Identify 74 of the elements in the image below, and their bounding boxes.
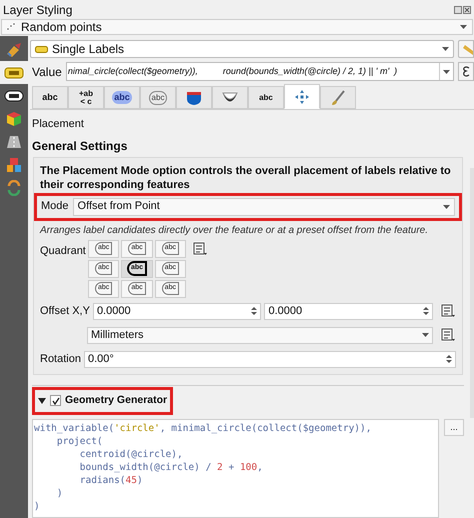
offset-x-field[interactable]: 0.0000: [92, 302, 262, 320]
caret-icon: [422, 333, 429, 337]
points-icon: [7, 23, 15, 31]
geometry-generator-title: Geometry Generator: [65, 392, 168, 408]
renderer-dropdown[interactable]: Single Labels: [30, 40, 454, 58]
layer-dropdown[interactable]: Random points: [1, 19, 473, 35]
code-line: ): [56, 486, 64, 500]
quadrant-label: Quadrant: [40, 244, 87, 258]
code-line: project(: [56, 434, 104, 448]
code-line: bounds_width(@circle) / 2 + 100,: [78, 460, 264, 474]
buffer-tab-label: abc: [112, 90, 132, 104]
label-icon: [35, 46, 48, 52]
expression-editor[interactable]: with_variable('circle', minimal_circle(collect($geometry)), project( centroid(@circle), bounds_width(@circle) / 2 + 100, radians(45) ) ): [32, 418, 439, 518]
offset-y-field[interactable]: 0.0000: [264, 302, 433, 320]
tab[interactable]: +ab < c: [68, 86, 104, 109]
spin-arrows-icon[interactable]: [251, 306, 258, 316]
road-icon: [6, 134, 22, 148]
placement-mode-description: The Placement Mode option controls the overall placement of labels relative to their corresponding features: [40, 164, 452, 192]
code-line: radians(45): [78, 474, 144, 486]
tab[interactable]: abc: [104, 86, 140, 109]
background-tab-label: abc: [148, 90, 168, 104]
mode-dropdown[interactable]: Offset from Point: [72, 198, 455, 216]
epsilon-icon: [462, 66, 470, 77]
value-label: Value: [32, 64, 62, 80]
paint-brush-icon: [463, 43, 473, 55]
formatting-tab-label: +ab < c: [78, 90, 93, 106]
callout-tab-label: abc: [259, 94, 273, 102]
spin-arrows-icon[interactable]: [446, 354, 452, 364]
data-defined-icon[interactable]: [440, 304, 456, 318]
data-defined-icon[interactable]: [440, 328, 456, 342]
rotation-label: Rotation: [40, 352, 81, 367]
data-defined-icon[interactable]: [192, 242, 208, 256]
more-button[interactable]: ...: [444, 418, 464, 436]
code-line: ): [34, 500, 41, 512]
paint-brush-icon: [5, 42, 23, 58]
spin-arrows-icon[interactable]: [423, 306, 429, 316]
close-icon[interactable]: [463, 6, 471, 14]
expression-button[interactable]: [458, 62, 474, 81]
shield-icon: [186, 90, 202, 106]
expand-arrow-icon[interactable]: [38, 396, 46, 404]
unit-dropdown[interactable]: Millimeters: [87, 326, 433, 344]
stack-icon: [6, 156, 22, 172]
check-icon: [52, 396, 60, 404]
tab[interactable]: abc: [32, 86, 68, 109]
mode-hint: Arranges label candidates directly over the feature or at a preset offset from the feature.: [40, 224, 429, 238]
tab[interactable]: abc: [140, 86, 176, 109]
float-icon[interactable]: [454, 6, 462, 14]
code-line: centroid(@circle),: [78, 448, 184, 460]
value-expression-field[interactable]: nimal_circle(collect($geometry)), round(bounds_width(@circle) / 2, 1) || ' m' ): [66, 62, 454, 81]
shadow-icon: [221, 90, 239, 104]
caret-icon: [443, 204, 450, 208]
tab[interactable]: [176, 86, 212, 109]
caret-icon: [442, 47, 449, 51]
tab[interactable]: [284, 84, 320, 109]
mode-label: Mode: [41, 199, 69, 214]
section-title: Placement: [32, 117, 85, 132]
placement-icon: [294, 88, 310, 104]
text-tab-label: abc: [42, 90, 58, 104]
brush-icon: [330, 90, 346, 106]
caret-icon: [443, 70, 450, 74]
label-icon: [4, 90, 24, 102]
offset-label: Offset X,Y: [40, 304, 90, 319]
code-line: with_variable('circle', minimal_circle(collect($geometry)),: [34, 422, 372, 434]
window-title: Layer Styling: [3, 2, 72, 18]
group-title: General Settings: [32, 138, 128, 154]
tab[interactable]: abc: [248, 86, 284, 109]
geometry-generator-checkbox[interactable]: [50, 395, 61, 406]
caret-icon: [460, 25, 467, 29]
rotation-field[interactable]: 0.00°: [84, 350, 456, 368]
label-icon: [4, 66, 24, 78]
tab[interactable]: [212, 86, 248, 109]
cube-icon: [6, 110, 22, 126]
tab[interactable]: [320, 86, 356, 109]
arrows-icon: [6, 180, 22, 196]
